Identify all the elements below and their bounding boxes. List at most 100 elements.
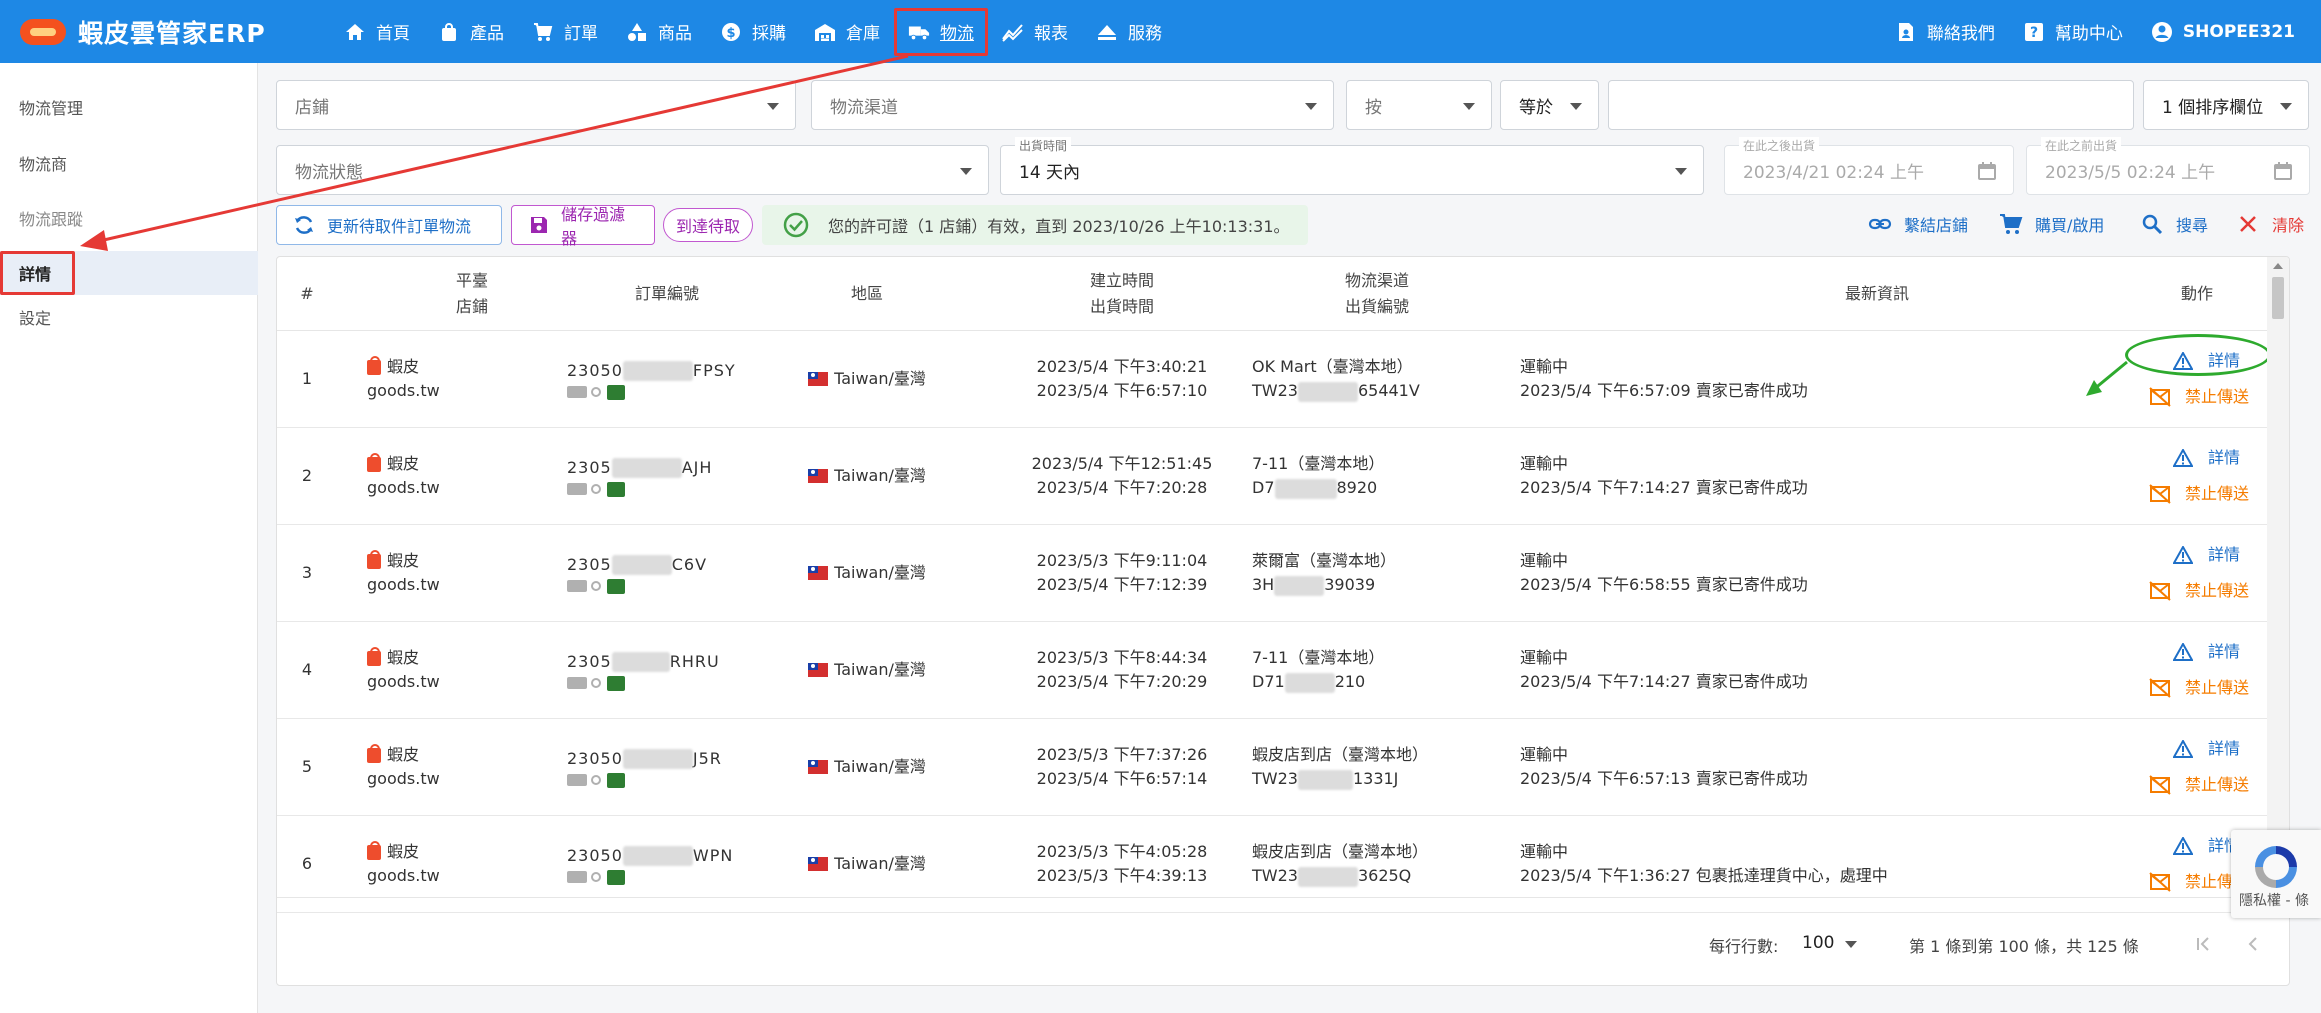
table-row[interactable]: 3 蝦皮 goods.tw 2305 C6V Taiwan/臺灣 2023/5/3…: [277, 525, 2267, 622]
store-select[interactable]: 店鋪: [276, 80, 796, 130]
save-filter-button[interactable]: 儲存過濾器: [511, 205, 655, 248]
row-number: 3: [277, 525, 337, 621]
chevron-down-icon: [2280, 103, 2292, 110]
table-row[interactable]: 5 蝦皮 goods.tw 23050 J5R Taiwan/臺灣 2023/5/…: [277, 719, 2267, 816]
green-highlight-ellipse: [2125, 334, 2271, 376]
rows-per-page-select[interactable]: 100: [1802, 933, 1834, 953]
stop-sending-button[interactable]: 禁止傳送: [2127, 476, 2287, 512]
scroll-thumb[interactable]: [2272, 277, 2284, 319]
store-name: goods.tw: [367, 478, 440, 497]
order-number-cell[interactable]: 2305 C6V: [567, 525, 767, 621]
help-center-link[interactable]: ? 幫助中心: [2023, 19, 2123, 44]
row-number: 1: [277, 331, 337, 427]
nav-item-logistics[interactable]: 物流: [894, 8, 988, 56]
buy-activate-button[interactable]: 購買/啟用: [1999, 212, 2104, 236]
message-icon[interactable]: [607, 772, 625, 788]
nav-item-goods[interactable]: 商品: [612, 8, 706, 56]
order-number-cell[interactable]: 2305 RHRU: [567, 622, 767, 718]
nav-item-reports[interactable]: 報表: [988, 8, 1082, 56]
ship-time-select[interactable]: 出貨時間 14 天內: [1000, 137, 1704, 195]
taiwan-flag-icon: [808, 372, 829, 386]
table-scrollbar[interactable]: [2267, 257, 2289, 897]
arrival-pending-chip[interactable]: 到達待取: [663, 208, 754, 242]
brand[interactable]: 蝦皮雲管家ERP: [20, 14, 330, 50]
order-number-cell[interactable]: 23050 FPSY: [567, 331, 767, 427]
contact-us-link[interactable]: 聯絡我們: [1895, 19, 1995, 44]
row-number-text: 2: [301, 466, 313, 485]
truck-icon: [567, 774, 587, 786]
table-row[interactable]: 2 蝦皮 goods.tw 2305 AJH Taiwan/臺灣 2023/5/4…: [277, 428, 2267, 525]
nav-label: 服務: [1128, 24, 1162, 44]
first-page-icon[interactable]: [2187, 928, 2219, 960]
sidebar-item-details[interactable]: 詳情: [0, 251, 258, 295]
nav-item-purchase[interactable]: $ 採購: [706, 8, 800, 56]
prev-page-icon[interactable]: [2237, 928, 2269, 960]
platform-store-cell: 蝦皮 goods.tw: [367, 719, 517, 815]
page-range-text: 第 1 條到第 100 條，共 125 條: [1909, 937, 2139, 956]
channel-name: 7-11（臺灣本地）: [1252, 648, 1385, 667]
search-value-input[interactable]: [1608, 80, 2134, 130]
operator-select[interactable]: 等於: [1500, 80, 1599, 130]
stop-sending-button[interactable]: 禁止傳送: [2127, 379, 2287, 415]
chevron-down-icon[interactable]: [1845, 941, 1857, 948]
order-number-cell[interactable]: 2305 AJH: [567, 428, 767, 524]
detail-button[interactable]: 詳情: [2127, 634, 2287, 670]
refresh-pending-logistics-button[interactable]: 更新待取件訂單物流: [276, 205, 502, 245]
calendar-icon[interactable]: [2273, 161, 2293, 181]
message-icon[interactable]: [607, 675, 625, 691]
row-number-text: 1: [301, 369, 313, 388]
message-icon[interactable]: [607, 481, 625, 497]
created-time: 2023/5/3 下午9:11:04: [1036, 551, 1208, 570]
message-icon[interactable]: [607, 578, 625, 594]
check-circle-icon: [782, 211, 810, 239]
scroll-up-icon[interactable]: [2273, 263, 2283, 269]
nav-item-service[interactable]: 服務: [1082, 8, 1176, 56]
order-number-cell[interactable]: 23050 J5R: [567, 719, 767, 815]
table-row[interactable]: 4 蝦皮 goods.tw 2305 RHRU Taiwan/臺灣 2023/5/…: [277, 622, 2267, 719]
created-time: 2023/5/3 下午4:05:28: [1036, 842, 1208, 861]
status-select[interactable]: 物流狀態: [276, 145, 989, 195]
sidebar-item-logistics-management[interactable]: 物流管理: [0, 85, 258, 129]
sort-fields-select[interactable]: 1 個排序欄位: [2143, 80, 2309, 130]
status-text: 運輸中: [1520, 454, 1569, 473]
detail-label: 詳情: [2208, 739, 2241, 758]
order-suffix: C6V: [671, 554, 708, 574]
message-icon[interactable]: [607, 384, 625, 400]
ship-after-datepicker[interactable]: 在此之後出貨 2023/4/21 02:24 上午: [1724, 137, 2014, 195]
user-menu[interactable]: SHOPEE321: [2151, 21, 2295, 43]
sidebar-item-tracking[interactable]: 物流跟蹤: [0, 196, 258, 240]
shipped-time: 2023/5/4 下午6:57:10: [1036, 381, 1208, 400]
detail-label: 詳情: [2208, 545, 2241, 564]
channel-select[interactable]: 物流渠道: [811, 80, 1334, 130]
message-icon[interactable]: [607, 869, 625, 885]
detail-button[interactable]: 詳情: [2127, 440, 2287, 476]
ship-no-prefix: TW23: [1252, 769, 1298, 788]
nav-item-home[interactable]: 首頁: [330, 8, 424, 56]
ship-before-datepicker[interactable]: 在此之前出貨 2023/5/5 02:24 上午: [2026, 137, 2310, 195]
stop-sending-button[interactable]: 禁止傳送: [2127, 767, 2287, 803]
stop-label: 禁止傳送: [2185, 387, 2250, 406]
stop-sending-button[interactable]: 禁止傳送: [2127, 573, 2287, 609]
nav-item-products[interactable]: 產品: [424, 8, 518, 56]
recaptcha-badge[interactable]: 隱私權 - 條: [2231, 830, 2321, 918]
detail-button[interactable]: 詳情: [2127, 731, 2287, 767]
detail-button[interactable]: 詳情: [2127, 537, 2287, 573]
search-button[interactable]: 搜尋: [2140, 212, 2208, 236]
shipped-time: 2023/5/4 下午7:20:29: [1036, 672, 1208, 691]
refresh-label: 更新待取件訂單物流: [327, 217, 472, 236]
nav-item-warehouse[interactable]: 倉庫: [800, 8, 894, 56]
next-page-icon[interactable]: [2287, 928, 2289, 960]
nav-item-orders[interactable]: 訂單: [518, 8, 612, 56]
stop-sending-button[interactable]: 禁止傳送: [2127, 670, 2287, 706]
store-placeholder: 店鋪: [295, 97, 329, 118]
shapes-icon: [626, 21, 648, 43]
calendar-icon[interactable]: [1977, 161, 1997, 181]
sidebar-item-carriers[interactable]: 物流商: [0, 141, 258, 185]
sidebar-item-settings[interactable]: 設定: [0, 295, 258, 339]
shipped-time: 2023/5/4 下午6:57:14: [1036, 769, 1208, 788]
search-label: 搜尋: [2176, 216, 2209, 235]
link-store-button[interactable]: 繫結店鋪: [1868, 212, 1968, 236]
clear-button[interactable]: 清除: [2236, 212, 2304, 236]
search-by-select[interactable]: 按: [1346, 80, 1492, 130]
table-row[interactable]: 1 蝦皮 goods.tw 23050 FPSY Taiwan/臺灣 2023/5…: [277, 331, 2271, 428]
